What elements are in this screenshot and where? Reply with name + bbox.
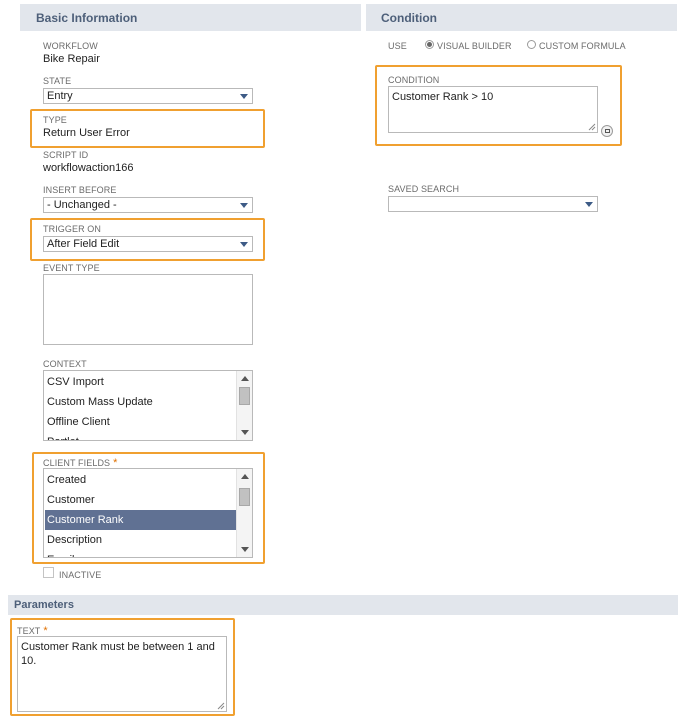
text-label-text: TEXT — [17, 626, 41, 636]
trigger-on-label: TRIGGER ON — [43, 224, 102, 234]
chevron-down-icon — [240, 94, 248, 99]
list-item[interactable]: CSV Import — [45, 372, 235, 392]
context-listbox[interactable]: CSV Import Custom Mass Update Offline Cl… — [43, 370, 253, 441]
type-value: Return User Error — [43, 127, 130, 139]
list-item[interactable]: Email — [45, 550, 237, 557]
script-id-value: workflowaction166 — [43, 162, 134, 174]
state-label: STATE — [43, 76, 72, 86]
event-type-multiselect[interactable] — [43, 274, 253, 345]
inactive-label: INACTIVE — [59, 570, 102, 580]
popup-icon — [605, 129, 610, 133]
list-item[interactable]: Customer — [45, 490, 237, 510]
list-item[interactable]: Offline Client — [45, 412, 235, 432]
chevron-down-icon — [585, 202, 593, 207]
list-item[interactable]: Custom Mass Update — [45, 392, 235, 412]
list-item[interactable]: Created — [45, 470, 237, 490]
workflow-label: WORKFLOW — [43, 41, 98, 51]
script-id-label: SCRIPT ID — [43, 150, 89, 160]
scroll-thumb[interactable] — [239, 387, 250, 405]
trigger-on-select-value: After Field Edit — [47, 238, 120, 250]
condition-builder-icon[interactable] — [601, 125, 613, 137]
resize-grip-icon[interactable] — [217, 702, 225, 710]
parameters-header: Parameters — [8, 595, 678, 615]
custom-formula-label[interactable]: CUSTOM FORMULA — [539, 41, 626, 51]
list-item[interactable]: Description — [45, 530, 237, 550]
condition-header: Condition — [366, 4, 677, 31]
insert-before-label: INSERT BEFORE — [43, 185, 117, 195]
context-label: CONTEXT — [43, 359, 87, 369]
event-type-label: EVENT TYPE — [43, 263, 100, 273]
context-scrollbar[interactable] — [236, 371, 252, 440]
text-param-textarea[interactable]: Customer Rank must be between 1 and 10. — [17, 636, 227, 712]
chevron-down-icon — [240, 242, 248, 247]
state-select-value: Entry — [47, 90, 73, 102]
scroll-up-icon[interactable] — [241, 474, 249, 479]
insert-before-select-value: - Unchanged - — [47, 199, 117, 211]
basic-information-header: Basic Information — [20, 4, 361, 31]
scroll-up-icon[interactable] — [241, 376, 249, 381]
list-item-selected[interactable]: Customer Rank — [45, 510, 237, 530]
parameters-title: Parameters — [14, 599, 74, 611]
insert-before-select[interactable]: - Unchanged - — [43, 197, 253, 213]
resize-grip-icon[interactable] — [588, 123, 596, 131]
client-fields-label-text: CLIENT FIELDS — [43, 458, 111, 468]
scroll-thumb[interactable] — [239, 488, 250, 506]
scroll-down-icon[interactable] — [241, 547, 249, 552]
basic-information-title: Basic Information — [36, 10, 138, 25]
scroll-down-icon[interactable] — [241, 430, 249, 435]
workflow-value: Bike Repair — [43, 53, 100, 65]
saved-search-select[interactable] — [388, 196, 598, 212]
type-label: TYPE — [43, 115, 67, 125]
condition-label: CONDITION — [388, 75, 440, 85]
trigger-on-select[interactable]: After Field Edit — [43, 236, 253, 252]
client-fields-scrollbar[interactable] — [236, 469, 252, 557]
client-fields-listbox[interactable]: Created Customer Customer Rank Descripti… — [43, 468, 253, 558]
condition-title: Condition — [381, 10, 437, 25]
chevron-down-icon — [240, 203, 248, 208]
use-label: USE — [388, 41, 407, 51]
state-select[interactable]: Entry — [43, 88, 253, 104]
inactive-checkbox[interactable] — [43, 567, 54, 578]
custom-formula-radio[interactable] — [527, 40, 536, 49]
visual-builder-label[interactable]: VISUAL BUILDER — [437, 41, 512, 51]
list-item[interactable]: Portlet — [45, 432, 235, 440]
visual-builder-radio[interactable] — [425, 40, 434, 49]
saved-search-label: SAVED SEARCH — [388, 184, 460, 194]
condition-textarea[interactable]: Customer Rank > 10 — [388, 86, 598, 133]
